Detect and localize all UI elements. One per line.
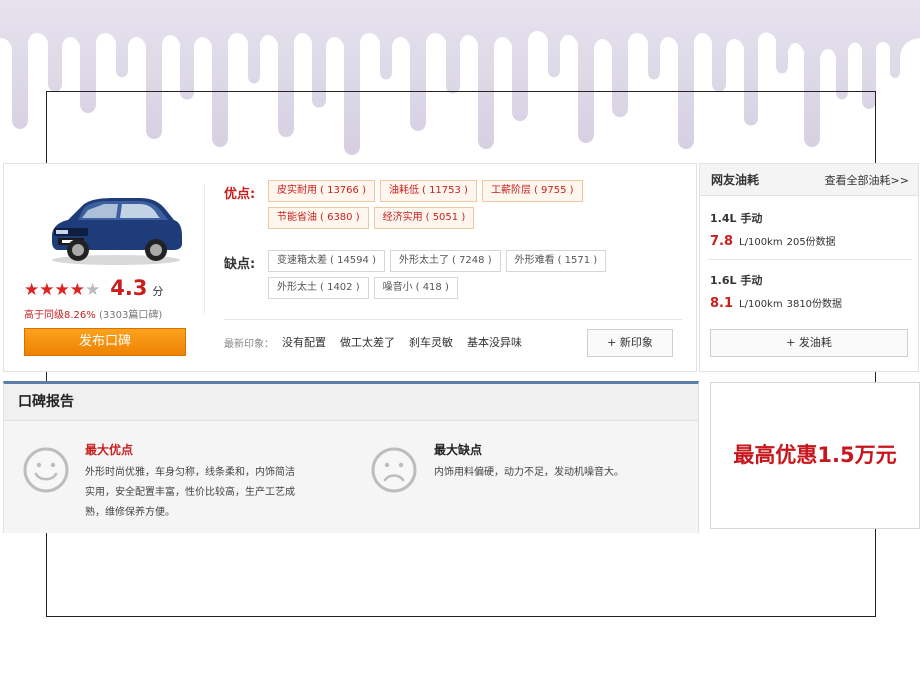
promo-text: 最高优惠1.5万元 [733,443,897,467]
pros-tags: 皮实耐用( 13766 ) 油耗低( 11753 ) 工薪阶层( 9755 ) … [268,180,643,229]
con-tag[interactable]: 噪音小( 418 ) [373,277,458,299]
rating-stars: ★★★★★ [24,280,101,300]
con-tag[interactable]: 外形难看( 1571 ) [505,250,607,272]
fuel-value-row: 7.8 L/100km 205份数据 [710,233,910,249]
best-point-title: 最大优点 [85,443,134,457]
sad-face-icon [371,447,417,493]
cons-label: 缺点: [224,257,256,272]
pro-tag[interactable]: 工薪阶层( 9755 ) [481,180,583,202]
rating-score: 4.3 [110,276,148,300]
compare-prefix: 高于同级 [24,310,64,321]
impression-link[interactable]: 基本没异味 [467,334,522,350]
con-tag[interactable]: 外形太土了( 7248 ) [389,250,501,272]
worst-point-title: 最大缺点 [434,443,483,457]
fuel-value: 8.1 [710,296,734,311]
fuel-unit: L/100km [739,299,783,310]
pro-tag[interactable]: 油耗低( 11753 ) [379,180,477,202]
pro-tag[interactable]: 节能省油( 6380 ) [268,207,369,229]
fuel-data-count[interactable]: 3810份数据 [787,295,842,310]
cons-tags: 变速箱太差( 14594 ) 外形太土了( 7248 ) 外形难看( 1571 … [268,250,668,299]
post-fuel-button[interactable]: + 发油耗 [710,329,908,357]
fuel-value: 7.8 [710,234,734,249]
promo-banner[interactable]: 最高优惠1.5万元 [710,382,920,529]
fuel-row: 1.6L 手动 8.1 L/100km 3810份数据 [710,272,910,311]
divider [708,259,912,260]
smile-face-icon [23,447,69,493]
rating-score-unit: 分 [152,285,164,298]
review-report-panel: 口碑报告 最大优点 外形时尚优雅，车身匀称，线条柔和，内饰简洁 实用，安全配置丰… [3,381,699,533]
worst-point-text: 内饰用料偏硬，动力不足，发动机噪音大。 [434,467,624,478]
con-tag[interactable]: 变速箱太差( 14594 ) [268,250,385,272]
report-title: 口碑报告 [4,384,698,421]
fuel-row: 1.4L 手动 7.8 L/100km 205份数据 [710,210,910,249]
slide: ★★★★★ 4.3 分 高于同级8.26% (3303篇口碑) 发布口碑 优点:… [0,0,920,690]
pro-tag[interactable]: 皮实耐用( 13766 ) [268,180,375,202]
fuel-spec: 1.4L 手动 [710,212,763,225]
fuel-value-row: 8.1 L/100km 3810份数据 [710,295,910,311]
pros-label: 优点: [224,187,256,202]
best-point-text: 外形时尚优雅，车身匀称，线条柔和，内饰简洁 实用，安全配置丰富，性价比较高，生产… [85,467,295,518]
impression-link[interactable]: 没有配置 [282,334,326,350]
con-tag[interactable]: 外形太土( 1402 ) [268,277,369,299]
review-summary-panel: ★★★★★ 4.3 分 高于同级8.26% (3303篇口碑) 发布口碑 优点:… [3,163,697,372]
fuel-spec: 1.6L 手动 [710,274,763,287]
rating-compare: 高于同级8.26% (3303篇口碑) [24,306,162,321]
car-image[interactable] [44,184,184,266]
divider [204,184,205,314]
impression-link[interactable]: 刹车灵敏 [409,334,453,350]
rating-row: ★★★★★ 4.3 分 [24,276,163,300]
fuel-header: 网友油耗 查看全部油耗>> [700,164,918,196]
review-count[interactable]: (3303篇口碑) [99,310,162,321]
fuel-unit: L/100km [739,237,783,248]
pro-tag[interactable]: 经济实用( 5051 ) [373,207,475,229]
latest-impressions: 最新印象： 没有配置 做工太差了 刹车灵敏 基本没异味 [224,334,528,350]
view-all-fuel-link[interactable]: 查看全部油耗>> [825,172,909,188]
publish-review-button[interactable]: 发布口碑 [24,328,186,356]
fuel-consumption-panel: 网友油耗 查看全部油耗>> 1.4L 手动 7.8 L/100km 205份数据… [699,163,919,372]
fuel-data-count[interactable]: 205份数据 [787,233,836,248]
impression-link[interactable]: 做工太差了 [340,334,395,350]
divider [224,319,682,320]
compare-percent: 8.26% [64,310,96,321]
new-impression-button[interactable]: + 新印象 [587,329,673,357]
fuel-title: 网友油耗 [711,173,760,187]
impressions-label: 最新印象： [224,338,274,350]
